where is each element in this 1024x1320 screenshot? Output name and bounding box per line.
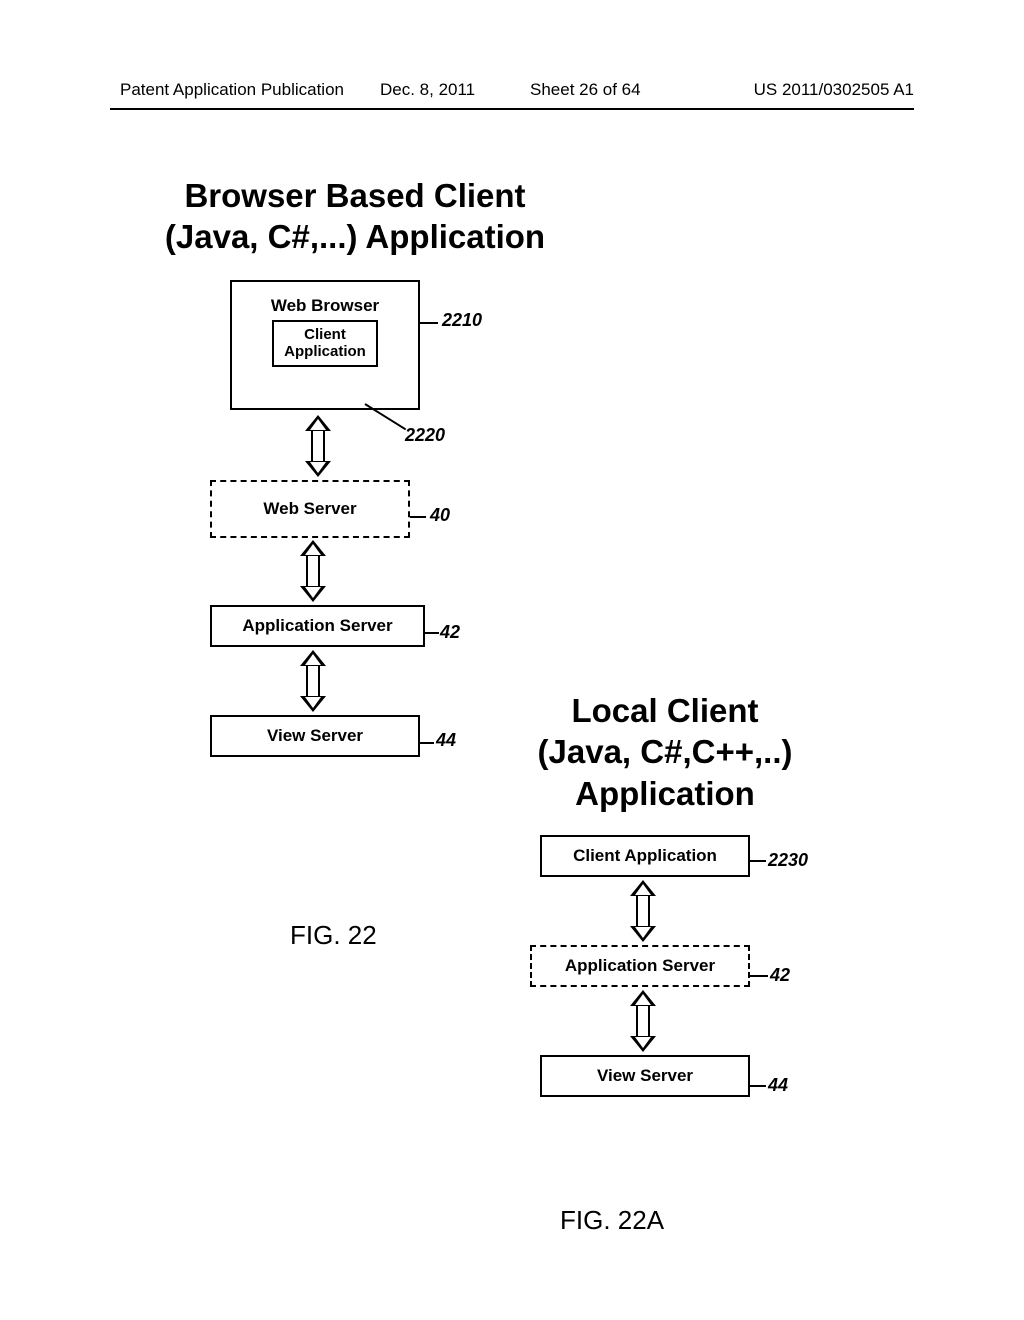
ref-40: 40 <box>430 505 450 526</box>
node-application-server-2: Application Server <box>530 945 750 987</box>
node-application-server: Application Server <box>210 605 425 647</box>
title-line: Application <box>500 773 830 814</box>
node-web-browser: Web Browser Client Application <box>230 280 420 410</box>
web-server-label: Web Server <box>263 499 356 519</box>
title-line: (Java, C#,...) Application <box>155 216 555 257</box>
application-server-label: Application Server <box>242 616 392 636</box>
bidirectional-arrow-icon <box>305 415 331 477</box>
bidirectional-arrow-icon <box>630 880 656 942</box>
web-browser-label: Web Browser <box>271 296 379 316</box>
node-web-server: Web Server <box>210 480 410 538</box>
client-app-line1: Client <box>284 326 366 343</box>
node-client-application-inner: Client Application <box>272 320 378 367</box>
publication-date: Dec. 8, 2011 <box>380 80 475 100</box>
title-line: (Java, C#,C++,..) <box>500 731 830 772</box>
bidirectional-arrow-icon <box>630 990 656 1052</box>
node-view-server: View Server <box>210 715 420 757</box>
ref-2210: 2210 <box>442 310 482 331</box>
leader-line <box>750 975 768 977</box>
ref-42: 42 <box>440 622 460 643</box>
title-line: Browser Based Client <box>155 175 555 216</box>
sheet-number: Sheet 26 of 64 <box>530 80 641 100</box>
view-server-label: View Server <box>597 1066 693 1086</box>
ref-42-b: 42 <box>770 965 790 986</box>
title-line: Local Client <box>500 690 830 731</box>
page-header: Patent Application Publication Dec. 8, 2… <box>0 80 1024 100</box>
leader-line <box>750 1085 766 1087</box>
client-app-line2: Application <box>284 343 366 360</box>
publication-number: US 2011/0302505 A1 <box>754 80 914 100</box>
node-view-server-2: View Server <box>540 1055 750 1097</box>
leader-line <box>425 632 439 634</box>
bidirectional-arrow-icon <box>300 650 326 712</box>
ref-2220: 2220 <box>405 425 445 446</box>
ref-44-b: 44 <box>768 1075 788 1096</box>
publication-label: Patent Application Publication <box>120 80 344 100</box>
leader-line <box>420 322 438 324</box>
application-server-label: Application Server <box>565 956 715 976</box>
leader-line <box>410 516 426 518</box>
ref-44: 44 <box>436 730 456 751</box>
diagram-title-local: Local Client (Java, C#,C++,..) Applicati… <box>500 690 830 814</box>
leader-line <box>750 860 766 862</box>
leader-line <box>420 742 434 744</box>
figure-caption-22a: FIG. 22A <box>560 1205 664 1236</box>
view-server-label: View Server <box>267 726 363 746</box>
node-client-application: Client Application <box>540 835 750 877</box>
ref-2230: 2230 <box>768 850 808 871</box>
figure-caption-22: FIG. 22 <box>290 920 377 951</box>
header-rule <box>110 108 914 110</box>
diagram-title-browser: Browser Based Client (Java, C#,...) Appl… <box>155 175 555 258</box>
bidirectional-arrow-icon <box>300 540 326 602</box>
client-application-label: Client Application <box>573 846 717 866</box>
